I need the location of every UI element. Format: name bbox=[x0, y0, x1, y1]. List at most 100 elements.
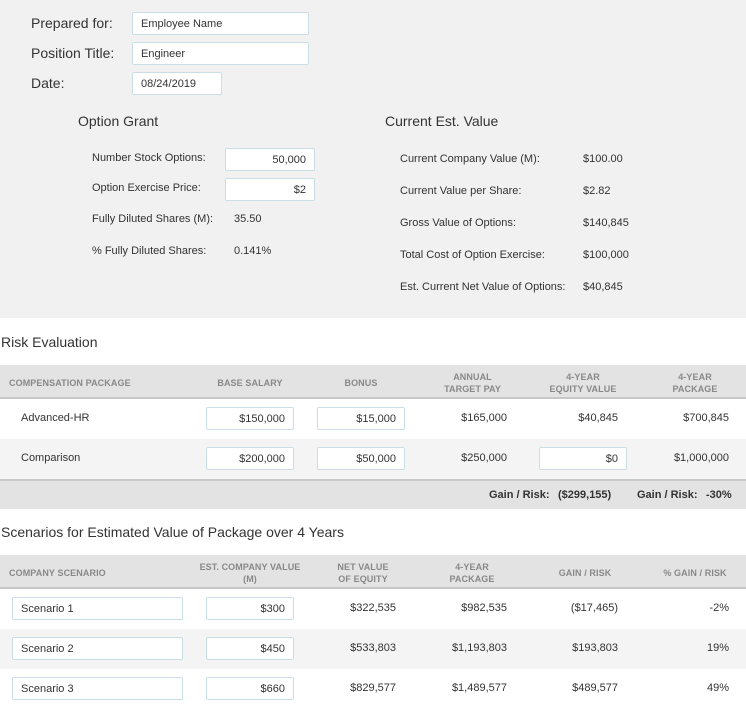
base-salary-input[interactable] bbox=[215, 452, 285, 465]
col-pkg-line2: PACKAGE bbox=[672, 384, 718, 394]
company-value-field[interactable] bbox=[206, 637, 294, 660]
col-value-line2: (M) bbox=[243, 574, 257, 584]
company-value-field[interactable] bbox=[206, 677, 294, 700]
gain-risk-pct-label: Gain / Risk: bbox=[637, 489, 698, 501]
bonus-input[interactable] bbox=[326, 452, 396, 465]
prepared-for-field[interactable] bbox=[132, 12, 309, 35]
prepared-for-input[interactable] bbox=[141, 17, 300, 30]
col-compensation-package: COMPENSATION PACKAGE bbox=[9, 378, 131, 388]
col-net-value-equity: NET VALUE OF EQUITY bbox=[318, 561, 408, 585]
table-row: Comparison $250,000 $1,000,000 bbox=[0, 439, 746, 479]
col-pkg-line1: 4-YEAR bbox=[455, 562, 489, 572]
package-total: $1,000,000 bbox=[673, 452, 729, 464]
option-grant-title: Option Grant bbox=[78, 113, 159, 129]
fully-diluted-shares-label: Fully Diluted Shares (M): bbox=[92, 213, 214, 225]
gain-risk: $193,803 bbox=[572, 642, 618, 654]
scenario-name-field[interactable] bbox=[12, 637, 183, 660]
net-value-equity: $829,577 bbox=[350, 682, 396, 694]
col-gain-risk: GAIN / RISK bbox=[558, 568, 612, 578]
base-salary-input[interactable] bbox=[215, 412, 285, 425]
position-title-field[interactable] bbox=[132, 42, 309, 65]
base-salary-field[interactable] bbox=[206, 447, 294, 470]
gain-risk: ($17,465) bbox=[570, 602, 618, 614]
table-row: $322,535 $982,535 ($17,465) -2% bbox=[0, 589, 746, 629]
fully-diluted-shares-value: 35.50 bbox=[234, 213, 262, 225]
company-value-field[interactable] bbox=[206, 597, 294, 620]
table-row: Advanced-HR $165,000 $40,845 $700,845 bbox=[0, 399, 746, 439]
position-title-input[interactable] bbox=[141, 47, 300, 60]
net-value-equity: $533,803 bbox=[350, 642, 396, 654]
base-salary-field[interactable] bbox=[206, 407, 294, 430]
package-total: $1,193,803 bbox=[451, 642, 507, 654]
current-value-title: Current Est. Value bbox=[385, 113, 499, 129]
package-name: Advanced-HR bbox=[21, 412, 90, 424]
col-annual-line2: TARGET PAY bbox=[444, 384, 501, 394]
col-pkg-line1: 4-YEAR bbox=[678, 372, 712, 382]
pct-gain-risk: -2% bbox=[709, 602, 729, 614]
risk-table-header: COMPENSATION PACKAGE BASE SALARY BONUS A… bbox=[0, 365, 746, 399]
risk-summary-bar: Gain / Risk: ($299,155) Gain / Risk: -30… bbox=[0, 479, 746, 509]
equity-value-field[interactable] bbox=[539, 447, 627, 470]
annual-target-pay: $250,000 bbox=[461, 452, 507, 464]
scenario-name-field[interactable] bbox=[12, 597, 183, 620]
number-stock-options-field[interactable] bbox=[225, 148, 315, 171]
col-est-company-value: EST. COMPANY VALUE (M) bbox=[195, 561, 305, 585]
gross-value-options-label: Gross Value of Options: bbox=[400, 217, 516, 229]
col-equity-value: 4-YEAR EQUITY VALUE bbox=[538, 371, 628, 395]
scenario-name-input[interactable] bbox=[21, 642, 174, 655]
option-exercise-price-input[interactable] bbox=[234, 183, 306, 196]
col-base-salary: BASE SALARY bbox=[217, 378, 283, 388]
gain-risk-pct: -30% bbox=[706, 489, 732, 501]
top-panel: Prepared for: Position Title: Date: Opti… bbox=[0, 0, 746, 318]
prepared-for-label: Prepared for: bbox=[31, 15, 113, 31]
current-company-value: $100.00 bbox=[583, 153, 623, 165]
package-total: $700,845 bbox=[683, 412, 729, 424]
pct-fully-diluted-value: 0.141% bbox=[234, 245, 272, 257]
pct-gain-risk: 19% bbox=[706, 642, 729, 654]
bonus-field[interactable] bbox=[317, 407, 405, 430]
package-total: $982,535 bbox=[461, 602, 507, 614]
current-value-per-share: $2.82 bbox=[583, 185, 611, 197]
scenario-name-input[interactable] bbox=[21, 602, 174, 615]
pct-gain-risk: 49% bbox=[706, 682, 729, 694]
col-company-scenario: COMPANY SCENARIO bbox=[9, 568, 106, 578]
scenario-name-input[interactable] bbox=[21, 682, 174, 695]
annual-target-pay: $165,000 bbox=[461, 412, 507, 424]
col-net-line1: NET VALUE bbox=[337, 562, 389, 572]
option-exercise-price-label: Option Exercise Price: bbox=[92, 182, 201, 194]
equity-value: $40,845 bbox=[578, 412, 618, 424]
position-title-label: Position Title: bbox=[31, 45, 115, 61]
number-stock-options-input[interactable] bbox=[234, 153, 306, 166]
net-value-equity: $322,535 bbox=[350, 602, 396, 614]
option-exercise-price-field[interactable] bbox=[225, 178, 315, 201]
date-input[interactable] bbox=[141, 77, 213, 90]
company-value-input[interactable] bbox=[215, 642, 285, 655]
scenarios-table-header: COMPANY SCENARIO EST. COMPANY VALUE (M) … bbox=[0, 555, 746, 589]
gain-risk-label: Gain / Risk: bbox=[489, 489, 550, 501]
bonus-input[interactable] bbox=[326, 412, 396, 425]
gain-risk: $489,577 bbox=[572, 682, 618, 694]
number-stock-options-label: Number Stock Options: bbox=[92, 152, 206, 164]
bonus-field[interactable] bbox=[317, 447, 405, 470]
date-field[interactable] bbox=[132, 72, 222, 95]
date-label: Date: bbox=[31, 75, 65, 91]
col-value-line1: EST. COMPANY VALUE bbox=[199, 562, 301, 572]
col-annual-line1: ANNUAL bbox=[453, 372, 492, 382]
col-equity-line1: 4-YEAR bbox=[566, 372, 600, 382]
est-current-net-value-label: Est. Current Net Value of Options: bbox=[400, 281, 566, 293]
col-net-line2: OF EQUITY bbox=[338, 574, 388, 584]
company-value-input[interactable] bbox=[215, 682, 285, 695]
scenarios-title: Scenarios for Estimated Value of Package… bbox=[1, 524, 344, 540]
scenario-name-field[interactable] bbox=[12, 677, 183, 700]
col-equity-line2: EQUITY VALUE bbox=[549, 384, 617, 394]
col-pct-gain-risk: % GAIN / RISK bbox=[663, 568, 727, 578]
col-pkg-line2: PACKAGE bbox=[449, 574, 495, 584]
col-4year-package: 4-YEAR PACKAGE bbox=[650, 371, 740, 395]
col-bonus: BONUS bbox=[344, 378, 378, 388]
risk-evaluation-title: Risk Evaluation bbox=[1, 334, 98, 350]
company-value-input[interactable] bbox=[215, 602, 285, 615]
equity-value-input[interactable] bbox=[548, 452, 618, 465]
est-current-net-value: $40,845 bbox=[583, 281, 623, 293]
table-row: $829,577 $1,489,577 $489,577 49% bbox=[0, 669, 746, 709]
pct-fully-diluted-label: % Fully Diluted Shares: bbox=[92, 245, 207, 257]
